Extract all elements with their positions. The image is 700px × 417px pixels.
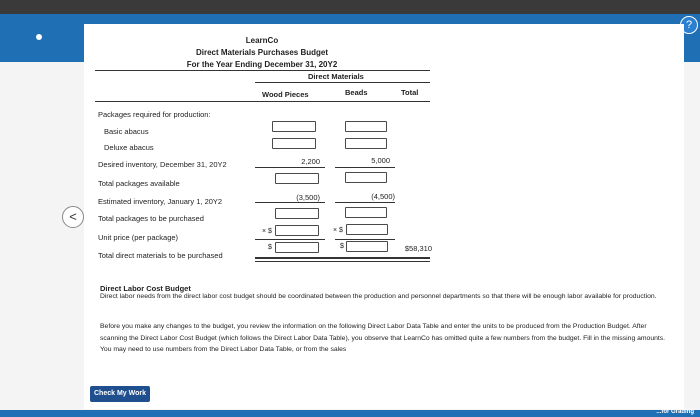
total-available-beads-input[interactable] (345, 172, 387, 183)
footer-bar (0, 410, 700, 417)
total-available-wood-input[interactable] (275, 173, 319, 184)
column-total: Total (401, 88, 419, 97)
browser-top-bar (0, 0, 700, 14)
budget-period: For the Year Ending December 31, 20Y2 (186, 60, 338, 69)
unit-price-label: Unit price (per package) (98, 233, 179, 242)
unit-price-beads-input[interactable] (346, 224, 388, 235)
footer-link[interactable]: ...for Grading (656, 409, 694, 415)
basic-abacus-wood-input[interactable] (272, 121, 316, 132)
desired-inventory-beads: 5,000 (371, 156, 390, 165)
deluxe-abacus-label: Deluxe abacus (104, 143, 154, 152)
basic-abacus-beads-input[interactable] (345, 121, 387, 132)
desired-inventory-wood: 2,200 (301, 157, 320, 166)
purchase-rule-wood (255, 202, 325, 203)
subtotal-rule-wood (255, 167, 325, 168)
deluxe-abacus-wood-input[interactable] (272, 138, 316, 149)
header-rule (95, 70, 430, 71)
grand-total-double-rule (255, 257, 430, 259)
dollar-beads: $ (340, 243, 344, 250)
times-dollar-wood: × $ (262, 228, 272, 235)
menu-dot-icon[interactable] (36, 34, 42, 40)
direct-labor-paragraph-1: Direct labor needs from the direct labor… (100, 293, 657, 300)
packages-to-purchase-wood-input[interactable] (275, 208, 319, 219)
packages-required-label: Packages required for production: (98, 110, 211, 119)
budget-title: Direct Materials Purchases Budget (195, 48, 329, 57)
subtotal-rule-beads (335, 167, 395, 168)
column-wood-pieces: Wood Pieces (262, 90, 309, 99)
deluxe-abacus-beads-input[interactable] (345, 138, 387, 149)
column-beads: Beads (345, 88, 368, 97)
previous-arrow-icon[interactable]: < (62, 206, 84, 228)
grand-total-double-rule-lower (255, 261, 430, 262)
times-dollar-beads: × $ (333, 227, 343, 234)
packages-to-purchase-beads-input[interactable] (345, 207, 387, 218)
basic-abacus-label: Basic abacus (104, 127, 149, 136)
price-rule-wood (255, 239, 325, 240)
total-direct-materials-total: $58,310 (404, 244, 432, 253)
unit-price-wood-input[interactable] (275, 225, 319, 236)
columns-rule (95, 101, 430, 102)
packages-to-purchase-label: Total packages to be purchased (98, 214, 204, 223)
total-direct-materials-wood-input[interactable] (275, 242, 319, 253)
estimated-inventory-label: Estimated inventory, January 1, 20Y2 (98, 197, 223, 206)
total-direct-materials-label: Total direct materials to be purchased (98, 251, 223, 260)
total-available-label: Total packages available (98, 179, 180, 188)
desired-inventory-label: Desired inventory, December 31, 20Y2 (98, 160, 227, 169)
group-rule (255, 82, 430, 83)
total-direct-materials-beads-input[interactable] (346, 241, 388, 252)
estimated-inventory-beads: (4,500) (371, 192, 395, 201)
check-my-work-button[interactable]: Check My Work (90, 386, 150, 402)
direct-materials-header: Direct Materials (308, 72, 364, 81)
direct-labor-paragraph-2: Before you make any changes to the budge… (100, 323, 666, 353)
price-rule-beads (335, 239, 395, 240)
dollar-wood: $ (268, 244, 272, 251)
purchase-rule-beads (335, 202, 395, 203)
estimated-inventory-wood: (3,500) (296, 193, 320, 202)
company-name: LearnCo (245, 36, 279, 45)
